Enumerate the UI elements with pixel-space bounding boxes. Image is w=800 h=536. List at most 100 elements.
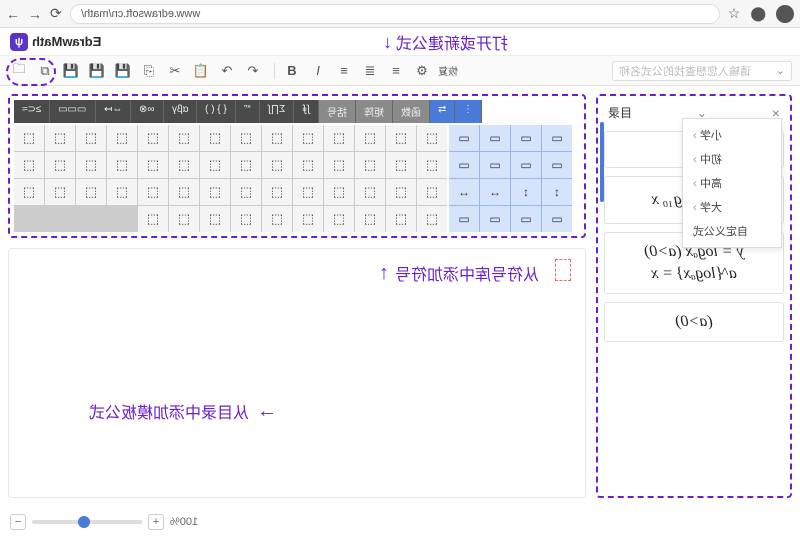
- palette-tab[interactable]: ∫∮: [294, 100, 319, 123]
- zoom-in-button[interactable]: +: [148, 514, 164, 530]
- symbol-cell[interactable]: ⬚: [231, 152, 261, 178]
- catalog-menu-item[interactable]: 初中: [683, 147, 781, 171]
- symbol-cell[interactable]: ⬚: [14, 125, 44, 151]
- symbol-cell[interactable]: ⬚: [386, 179, 416, 205]
- symbol-cell[interactable]: ▭: [480, 152, 510, 178]
- symbol-cell[interactable]: ⬚: [324, 179, 354, 205]
- symbol-cell[interactable]: ⬚: [417, 125, 447, 151]
- zoom-slider[interactable]: [32, 520, 142, 524]
- symbol-cell[interactable]: ⬚: [231, 206, 261, 232]
- palette-tab[interactable]: 矩阵: [356, 100, 393, 123]
- zoom-knob[interactable]: [78, 516, 90, 528]
- symbol-cell[interactable]: ⬚: [76, 125, 106, 151]
- export-button[interactable]: 💾: [112, 60, 134, 82]
- symbol-cell[interactable]: ↕: [511, 179, 541, 205]
- symbol-cell[interactable]: ▭: [449, 125, 479, 151]
- symbol-cell[interactable]: ⬚: [169, 206, 199, 232]
- symbol-cell[interactable]: ▭: [449, 206, 479, 232]
- settings-button[interactable]: ⚙: [411, 60, 433, 82]
- align-center-button[interactable]: ≣: [359, 60, 381, 82]
- symbol-cell[interactable]: ▭: [511, 125, 541, 151]
- symbol-cell[interactable]: ⬚: [355, 152, 385, 178]
- symbol-cell[interactable]: ⬚: [76, 152, 106, 178]
- symbol-cell[interactable]: ⬚: [293, 179, 323, 205]
- symbol-cell[interactable]: ▭: [542, 152, 572, 178]
- catalog-thumb[interactable]: (a>0): [604, 302, 784, 342]
- editor-canvas[interactable]: ↑ 从符号库中添加符号 从目录中添加模板公式 ←: [8, 248, 586, 498]
- symbol-cell[interactable]: ⬚: [293, 206, 323, 232]
- palette-tab[interactable]: 括号: [319, 100, 356, 123]
- extension-icon[interactable]: ⬤: [750, 5, 766, 22]
- palette-tab[interactable]: “”: [236, 100, 260, 123]
- paste-button[interactable]: 📋: [190, 60, 212, 82]
- symbol-cell[interactable]: ⬚: [169, 152, 199, 178]
- symbol-cell[interactable]: ⬚: [386, 152, 416, 178]
- symbol-cell[interactable]: ↕: [542, 179, 572, 205]
- zoom-out-button[interactable]: −: [10, 514, 26, 530]
- save-as-button[interactable]: 💾: [86, 60, 108, 82]
- symbol-cell[interactable]: ⬚: [417, 152, 447, 178]
- palette-tab[interactable]: { } ( ): [197, 100, 236, 123]
- align-left-button[interactable]: ≡: [333, 60, 355, 82]
- symbol-cell[interactable]: ⬚: [262, 206, 292, 232]
- symbol-cell[interactable]: ⬚: [200, 179, 230, 205]
- symbol-cell[interactable]: ↔: [480, 179, 510, 205]
- symbol-cell[interactable]: ⬚: [200, 152, 230, 178]
- symbol-cell[interactable]: ⬚: [76, 179, 106, 205]
- nav-forward-icon[interactable]: →: [28, 6, 42, 22]
- redo-button[interactable]: ↷: [242, 60, 264, 82]
- symbol-cell[interactable]: ⬚: [417, 206, 447, 232]
- symbol-cell[interactable]: ↔: [449, 179, 479, 205]
- symbol-cell[interactable]: ⬚: [107, 125, 137, 151]
- open-file-button[interactable]: 🗀: [8, 60, 30, 82]
- catalog-menu-item[interactable]: 高中: [683, 171, 781, 195]
- symbol-cell[interactable]: ⬚: [138, 125, 168, 151]
- catalog-menu-item[interactable]: 大学: [683, 195, 781, 219]
- symbol-cell[interactable]: ▭: [542, 125, 572, 151]
- symbol-cell[interactable]: ⬚: [14, 152, 44, 178]
- symbol-cell[interactable]: ⬚: [169, 125, 199, 151]
- symbol-cell[interactable]: ⬚: [45, 152, 75, 178]
- symbol-cell[interactable]: ▭: [511, 152, 541, 178]
- palette-tab[interactable]: Σ∏∫: [260, 100, 294, 123]
- symbol-cell[interactable]: ⬚: [355, 125, 385, 151]
- cut-button[interactable]: ✂: [164, 60, 186, 82]
- symbol-cell[interactable]: ▭: [542, 206, 572, 232]
- symbol-cell[interactable]: ⬚: [200, 125, 230, 151]
- catalog-menu-item[interactable]: 自定义公式: [683, 219, 781, 243]
- bookmark-star-icon[interactable]: ☆: [728, 5, 741, 22]
- search-input[interactable]: 请输入您想查找的公式名称 ⌄: [612, 61, 792, 81]
- symbol-cell[interactable]: ⬚: [386, 125, 416, 151]
- symbol-cell[interactable]: ⬚: [169, 179, 199, 205]
- symbol-cell[interactable]: ⬚: [45, 125, 75, 151]
- symbol-cell[interactable]: ⬚: [14, 179, 44, 205]
- address-bar[interactable]: www.edrawsoft.cn/math/: [70, 4, 720, 24]
- symbol-cell[interactable]: ⬚: [262, 152, 292, 178]
- sidebar-scrollbar[interactable]: [600, 122, 604, 202]
- symbol-cell[interactable]: ⬚: [138, 152, 168, 178]
- palette-tab[interactable]: ≥⊂≈: [14, 100, 50, 123]
- symbol-cell[interactable]: ⬚: [262, 125, 292, 151]
- new-file-button[interactable]: ⧉: [34, 60, 56, 82]
- symbol-cell[interactable]: ▭: [480, 125, 510, 151]
- nav-reload-icon[interactable]: ⟳: [50, 5, 62, 22]
- symbol-cell[interactable]: ⬚: [293, 152, 323, 178]
- symbol-cell[interactable]: ⬚: [355, 206, 385, 232]
- symbol-cell[interactable]: ⬚: [231, 125, 261, 151]
- palette-tab[interactable]: ⇔↦: [96, 100, 131, 123]
- reset-button[interactable]: 恢复: [437, 60, 459, 82]
- symbol-cell[interactable]: ▭: [449, 152, 479, 178]
- copy-button[interactable]: ⎘: [138, 60, 160, 82]
- align-right-button[interactable]: ≡: [385, 60, 407, 82]
- palette-tab[interactable]: ⇆: [430, 100, 455, 123]
- symbol-cell[interactable]: ⬚: [45, 179, 75, 205]
- symbol-cell[interactable]: ⬚: [417, 179, 447, 205]
- symbol-cell[interactable]: ⬚: [324, 152, 354, 178]
- save-button[interactable]: 💾: [60, 60, 82, 82]
- palette-tab[interactable]: ∞⊗: [131, 100, 164, 123]
- symbol-cell[interactable]: ⬚: [138, 206, 168, 232]
- palette-tab[interactable]: αβγ: [164, 100, 198, 123]
- bold-button[interactable]: B: [281, 60, 303, 82]
- symbol-cell[interactable]: ⬚: [324, 125, 354, 151]
- symbol-cell[interactable]: ⬚: [293, 125, 323, 151]
